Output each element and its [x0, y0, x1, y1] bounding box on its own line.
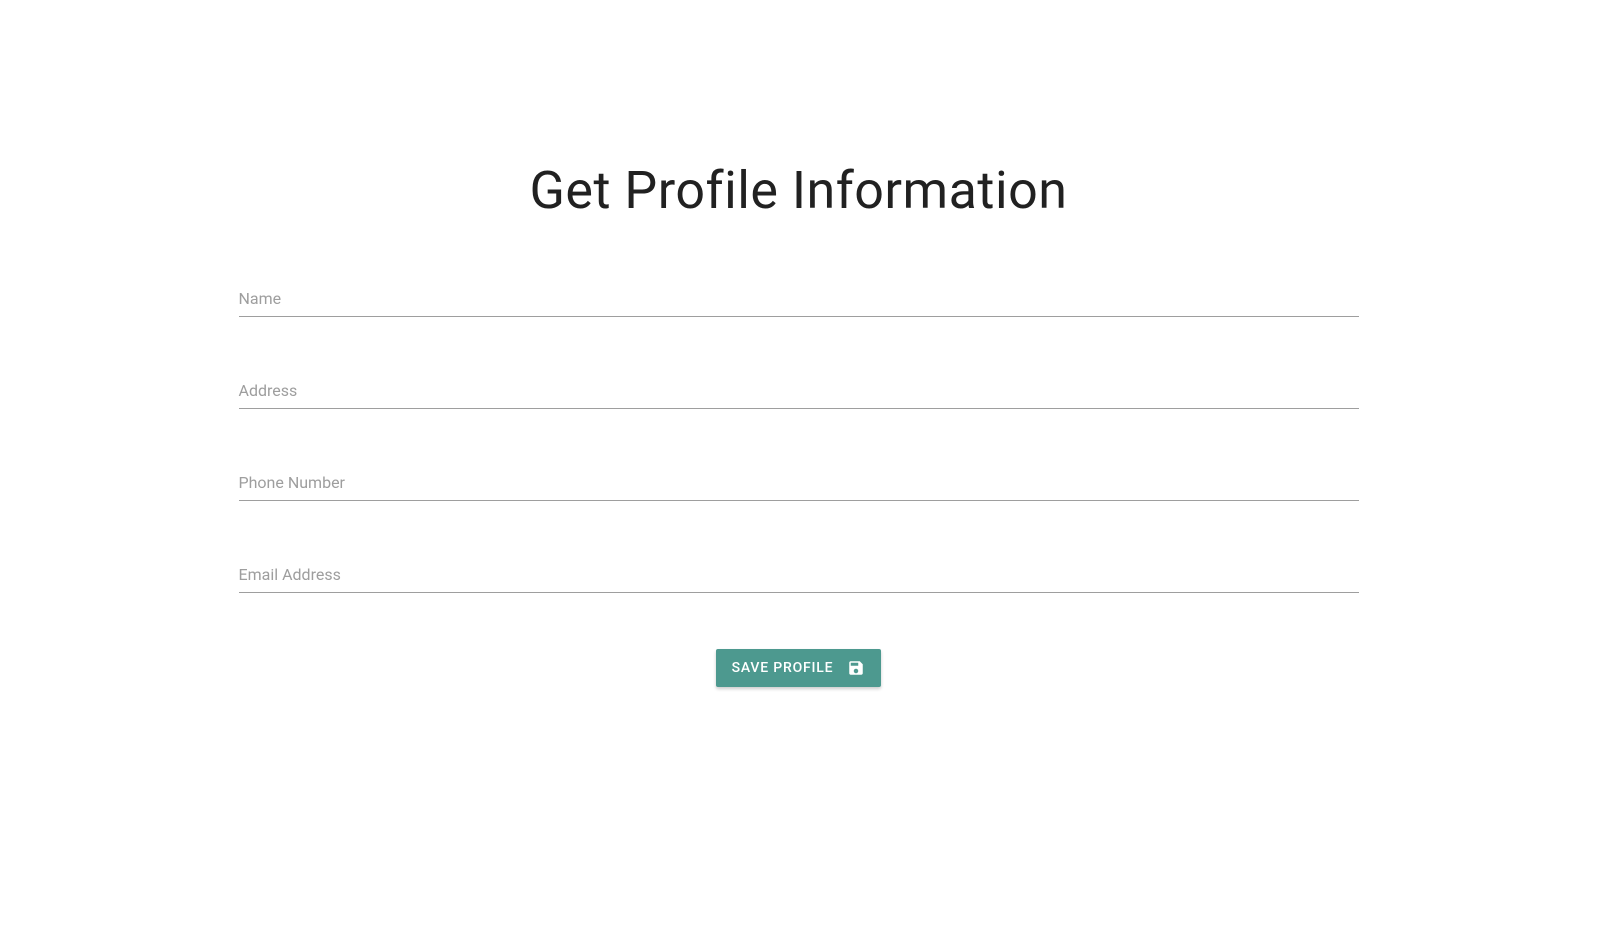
- button-row: SAVE PROFILE: [239, 649, 1359, 687]
- save-icon: [847, 659, 865, 677]
- phone-field-wrapper: Phone Number: [239, 465, 1359, 501]
- page-title: Get Profile Information: [239, 160, 1359, 221]
- address-input[interactable]: [239, 373, 1359, 409]
- phone-input[interactable]: [239, 465, 1359, 501]
- address-field-wrapper: Address: [239, 373, 1359, 409]
- email-input[interactable]: [239, 557, 1359, 593]
- name-input[interactable]: [239, 281, 1359, 317]
- save-profile-button[interactable]: SAVE PROFILE: [716, 649, 882, 687]
- email-field-wrapper: Email Address: [239, 557, 1359, 593]
- name-field-wrapper: Name: [239, 281, 1359, 317]
- profile-form-container: Get Profile Information Name Address Pho…: [239, 0, 1359, 687]
- save-button-label: SAVE PROFILE: [732, 660, 834, 676]
